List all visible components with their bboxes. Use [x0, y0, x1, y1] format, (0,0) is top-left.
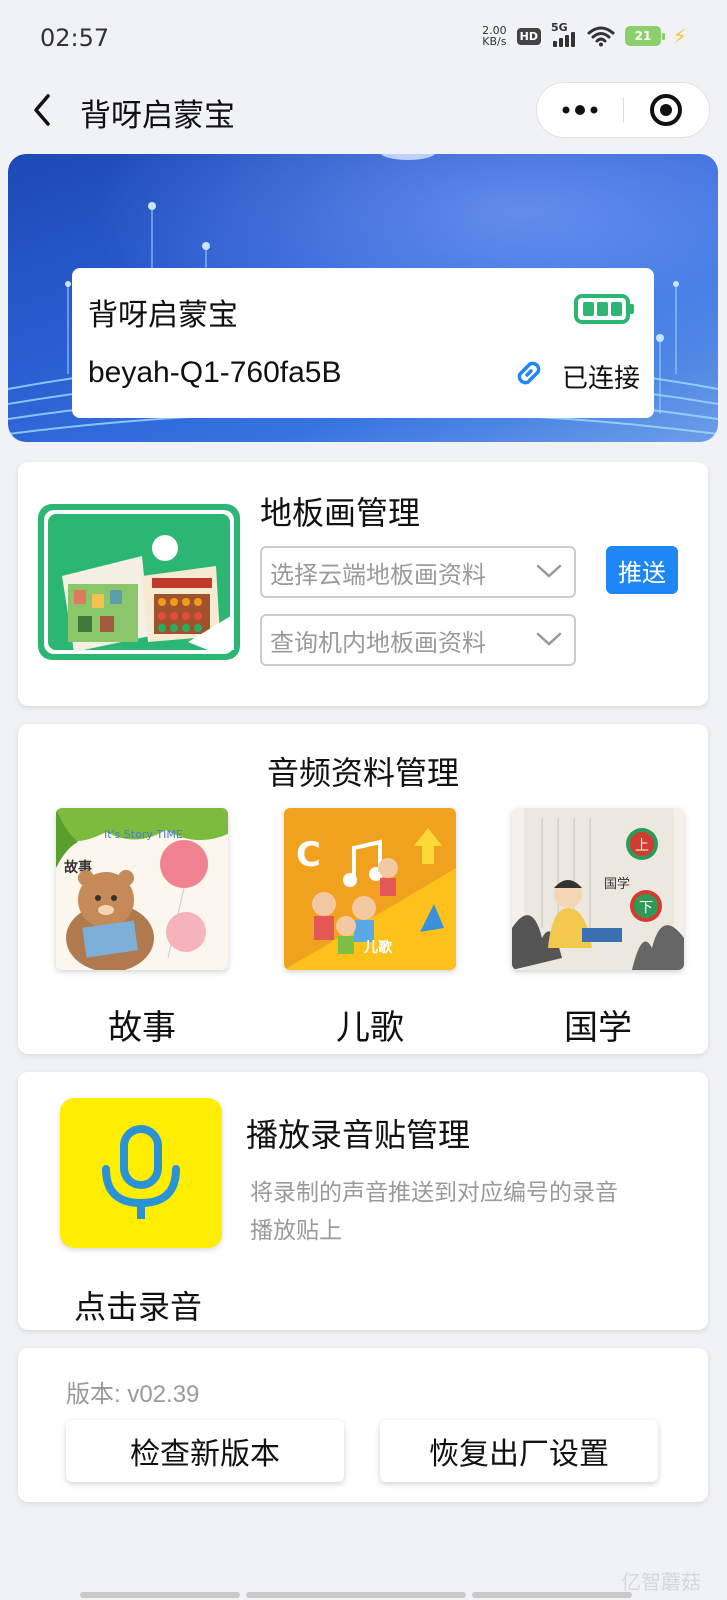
- status-bar: 02:57 2.00 KB/s HD 5G 21 ⚡: [0, 0, 727, 78]
- nursery-rhymes-label: 儿歌: [336, 1008, 404, 1048]
- microphone-icon: [102, 1125, 180, 1219]
- hd-badge: HD: [516, 27, 541, 45]
- cloud-select-placeholder: 选择云端地板画资料: [270, 560, 486, 589]
- connection-status: 已连接: [562, 364, 641, 394]
- nursery-rhymes-thumbnail: C 儿歌: [284, 808, 456, 970]
- story-thumbnail: It's Story TIME 故事: [56, 808, 228, 970]
- battery-percent: 21: [634, 29, 652, 43]
- recording-title: 播放录音贴管理: [246, 1116, 471, 1154]
- battery-level-icon: [574, 294, 634, 324]
- recording-description: 将录制的声音推送到对应编号的录音播放贴上: [250, 1180, 618, 1244]
- recording-card: 播放录音贴管理 将录制的声音推送到对应编号的录音播放贴上 点击录音: [18, 1072, 708, 1330]
- record-button[interactable]: [60, 1098, 222, 1248]
- nursery-thumb-text: 儿歌: [363, 939, 393, 956]
- classics-thumbnail: 上 下 国学: [512, 808, 684, 970]
- link-icon: [517, 361, 541, 385]
- more-button[interactable]: [537, 83, 623, 137]
- device-id: beyah-Q1-760fa5B: [88, 356, 342, 389]
- home-indicator: [80, 1592, 646, 1598]
- target-close-icon: [650, 94, 683, 126]
- record-label[interactable]: 点击录音: [74, 1282, 202, 1328]
- nav-bar: 背呀启蒙宝: [0, 78, 727, 144]
- floor-mat-card: 地板画管理 选择云端地板画资料 查询机内地板画资料 推送: [18, 462, 708, 706]
- back-chevron-icon[interactable]: [28, 90, 58, 130]
- chevron-down-icon: [536, 632, 562, 646]
- chevron-down-icon: [536, 564, 562, 578]
- cloud-floor-mat-select[interactable]: 选择云端地板画资料: [260, 546, 576, 598]
- close-button[interactable]: [624, 83, 710, 137]
- audio-item-nursery-rhymes[interactable]: C 儿歌 儿歌: [284, 808, 456, 1049]
- push-button[interactable]: 推送: [606, 546, 678, 594]
- network-speed: 2.00 KB/s: [482, 25, 507, 47]
- watermark: 亿智蘑菇: [621, 1570, 701, 1594]
- version-card: 版本: v02.39 检查新版本 恢复出厂设置: [18, 1348, 708, 1502]
- classics-down-text: 下: [639, 900, 653, 916]
- version-text: 版本: v02.39: [66, 1381, 200, 1408]
- classics-thumb-text: 国学: [604, 876, 630, 892]
- check-update-button[interactable]: 检查新版本: [66, 1420, 344, 1482]
- classics-up-text: 上: [635, 838, 649, 854]
- charging-bolt-icon: ⚡: [672, 24, 687, 48]
- wifi-icon: [587, 26, 615, 47]
- classics-label: 国学: [564, 1008, 632, 1048]
- network-speed-unit: KB/s: [482, 35, 507, 48]
- audio-library-card: 音频资料管理 It's Story TIME 故事 故事 C 儿歌 儿歌 上 下…: [18, 724, 708, 1054]
- battery-status-icon: 21: [624, 26, 665, 46]
- story-banner-text: It's Story TIME: [104, 828, 183, 841]
- page-title: 背呀启蒙宝: [80, 98, 235, 134]
- more-dots-icon: [562, 105, 598, 115]
- mini-program-capsule: [536, 82, 710, 138]
- story-label: 故事: [108, 1008, 176, 1048]
- status-icons: 2.00 KB/s HD 5G 21 ⚡: [482, 21, 687, 48]
- audio-library-title: 音频资料管理: [266, 754, 459, 792]
- local-select-placeholder: 查询机内地板画资料: [270, 628, 486, 657]
- device-info-card: 背呀启蒙宝 beyah-Q1-760fa5B 已连接: [72, 268, 654, 418]
- device-name: 背呀启蒙宝: [88, 298, 238, 333]
- audio-item-story[interactable]: It's Story TIME 故事 故事: [56, 808, 228, 1049]
- factory-reset-button[interactable]: 恢复出厂设置: [380, 1420, 658, 1482]
- local-floor-mat-select[interactable]: 查询机内地板画资料: [260, 614, 576, 666]
- floor-mat-thumbnail: [38, 504, 240, 660]
- network-type: 5G: [550, 21, 568, 34]
- svg-text:C: C: [296, 835, 321, 875]
- floor-mat-title: 地板画管理: [260, 494, 421, 532]
- status-time: 02:57: [40, 24, 110, 52]
- signal-icon: 5G: [551, 21, 577, 47]
- audio-item-classics[interactable]: 上 下 国学 国学: [512, 808, 684, 1049]
